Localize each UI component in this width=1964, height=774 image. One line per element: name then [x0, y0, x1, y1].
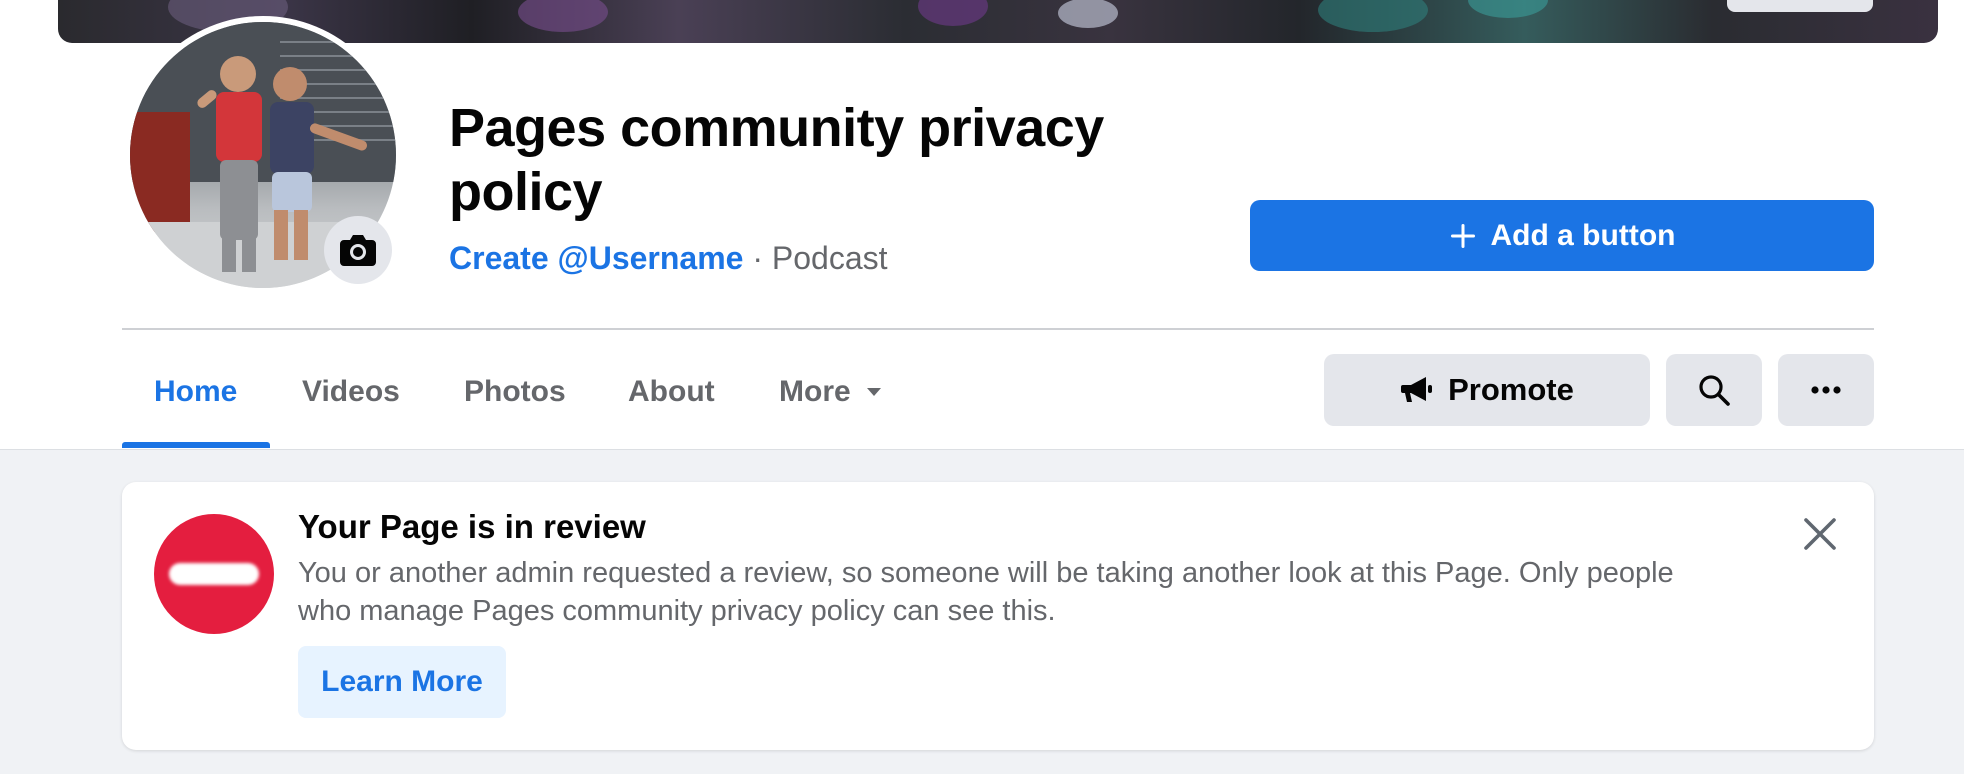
- close-icon: [1804, 518, 1836, 550]
- cover-photo-detail: [518, 0, 608, 32]
- edit-cover-button[interactable]: [1727, 0, 1873, 12]
- tab-more-label: More: [779, 375, 851, 408]
- cover-photo-detail: [1468, 0, 1548, 18]
- camera-icon: [340, 235, 376, 266]
- ellipsis-icon: [1811, 386, 1841, 394]
- promote-button[interactable]: Promote: [1324, 354, 1650, 426]
- search-button[interactable]: [1666, 354, 1762, 426]
- megaphone-icon: [1401, 377, 1433, 402]
- cover-photo-detail: [918, 0, 988, 26]
- tab-more[interactable]: More: [779, 362, 883, 422]
- header-divider: [122, 328, 1874, 330]
- learn-more-button[interactable]: Learn More: [298, 646, 506, 718]
- cover-photo-detail: [1318, 0, 1428, 32]
- tab-about[interactable]: About: [628, 362, 715, 422]
- review-notice-body: You or another admin requested a review,…: [298, 557, 1674, 627]
- cover-photo-detail: [1058, 0, 1118, 28]
- stop-sign-icon: [154, 514, 274, 634]
- review-notice-card: Your Page is in review You or another ad…: [122, 482, 1874, 750]
- review-notice-title: Your Page is in review: [298, 508, 646, 545]
- create-username-link[interactable]: Create @Username: [449, 240, 743, 276]
- subtitle-separator: ·: [743, 240, 772, 276]
- tab-photos[interactable]: Photos: [464, 362, 566, 422]
- plus-icon: [1450, 223, 1475, 248]
- promote-label: Promote: [1448, 372, 1574, 407]
- page-category: Podcast: [771, 240, 888, 276]
- caret-down-icon: [866, 388, 881, 396]
- search-icon: [1699, 375, 1730, 406]
- tab-videos[interactable]: Videos: [302, 362, 400, 422]
- update-profile-picture-button[interactable]: [324, 216, 392, 284]
- active-tab-indicator: [122, 442, 270, 448]
- more-actions-button[interactable]: [1778, 354, 1874, 426]
- cover-photo[interactable]: [58, 0, 1938, 43]
- tab-home[interactable]: Home: [154, 362, 237, 422]
- add-a-button-button[interactable]: Add a button: [1250, 200, 1874, 271]
- add-a-button-label: Add a button: [1490, 218, 1676, 252]
- page-title: Pages community privacy policy: [449, 98, 1104, 222]
- close-notice-button[interactable]: [1796, 510, 1844, 558]
- page-subtitle: Create @Username · Podcast: [449, 236, 888, 280]
